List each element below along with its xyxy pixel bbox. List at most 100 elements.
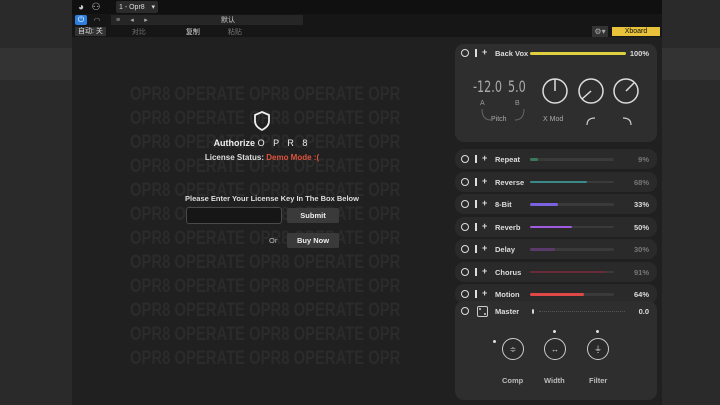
effect-add-icon[interactable]: + [482,243,487,253]
meter-icon[interactable]: ◠ [91,15,103,25]
compare-button[interactable]: 对比 [132,27,146,37]
host-toolbar: 自动: 关 对比 复制 粘贴 [72,26,662,37]
effect-amount-value: 9% [638,155,649,164]
master-label: Master [495,307,520,316]
effect-row-reverb[interactable]: + Reverb 50% [455,216,657,237]
copy-button[interactable]: 复制 [186,27,200,37]
xmod-knob-2[interactable] [577,77,605,105]
width-knob[interactable]: ↔ [544,338,566,360]
effect-power-toggle[interactable] [461,222,469,231]
effect-power-toggle[interactable] [461,290,469,298]
submit-button[interactable]: Submit [287,208,339,223]
voice-add-icon[interactable]: + [482,47,487,57]
effect-add-icon[interactable]: + [482,198,487,208]
width-label: Width [544,376,565,385]
xmod-curves[interactable] [585,116,635,126]
effect-amount-value: 91% [633,267,649,277]
license-status: License Status: Demo Mode :( [204,153,320,162]
effect-row-reverse[interactable]: + Reverse 68% [455,171,657,192]
watermark-line: OPR8 OPERATE OPR8 OPERATE OPR8 [130,348,400,369]
voice-solo-icon[interactable] [475,49,477,57]
pitch-label: Pitch [491,116,507,123]
effect-amount-value: 50% [633,222,649,232]
effect-add-icon[interactable]: + [482,288,487,298]
effect-amount-slider[interactable] [530,270,614,273]
paste-button[interactable]: 粘贴 [228,27,242,37]
app-logo-icon: ◕ [77,1,85,13]
effect-add-icon[interactable]: + [482,176,487,186]
effect-solo-icon[interactable] [475,290,477,298]
master-meter-dot [532,309,534,314]
effect-amount-slider[interactable] [530,203,614,206]
comp-knob[interactable]: ≑ [502,338,524,360]
voice-level-slider[interactable] [530,52,626,55]
effect-amount-value: 33% [633,200,649,209]
effect-add-icon[interactable]: + [482,221,487,231]
license-key-input[interactable] [186,207,282,224]
effect-solo-icon[interactable] [475,245,477,253]
effect-solo-icon[interactable] [475,267,477,276]
effect-row-chorus[interactable]: + Chorus 91% [455,261,657,282]
master-meter [539,311,625,312]
watermark-line: OPR8 OPERATE OPR8 OPERATE OPR8 [130,276,400,297]
shield-icon [254,111,270,131]
xmod-knob-1[interactable] [541,77,569,105]
effect-solo-icon[interactable] [475,177,477,186]
watermark-line: OPR8 OPERATE OPR8 OPERATE OPR8 [130,252,400,273]
pitch-b-value[interactable]: 5.0 [508,77,526,96]
width-indicator [553,330,556,333]
effect-row-repeat[interactable]: + Repeat 9% [455,149,657,169]
prev-preset-arrow[interactable]: ◂ [125,16,139,24]
opr8-plugin: OPR8 OPERATE OPR8 OPERATE OPR8 OPR8 OPERA… [72,37,662,405]
voice-level-value: 100% [629,49,649,58]
effect-amount-value: 64% [633,290,649,299]
authorize-heading: Authorize O P R 8 [213,138,311,148]
xmod-knob-3[interactable] [612,77,640,105]
buy-now-button[interactable]: Buy Now [287,233,339,248]
license-status-value: Demo Mode :( [266,153,320,162]
chevron-down-icon: ▾ [151,4,155,11]
automation-toggle[interactable]: 自动: 关 [75,27,106,36]
effect-name: Reverse [495,177,525,187]
effect-power-toggle[interactable] [461,245,469,253]
power-button[interactable]: ⏻ [75,15,87,25]
effect-amount-slider[interactable] [530,225,614,228]
effect-row-8-bit[interactable]: +8-Bit 33% [455,194,657,214]
effect-amount-value: 68% [633,177,649,187]
effect-solo-icon[interactable] [475,222,477,231]
next-preset-arrow[interactable]: ▸ [139,16,153,24]
xboard-button[interactable]: Xboard [612,27,660,36]
effect-add-icon[interactable]: + [482,153,487,163]
effect-amount-slider[interactable] [530,293,614,296]
filter-knob[interactable]: ⏚ [587,338,609,360]
effect-name: Chorus [495,267,522,277]
effect-amount-slider[interactable] [530,180,614,183]
gear-icon[interactable]: ⚙▾ [592,26,608,37]
plugin-window: ◕ ⚇ 1 - Opr8 ▾ ⏻ ◠ ≡ ◂ ▸ 默认 自动: 关 对比 复制 粘… [72,0,662,405]
pitch-a-label: A [480,100,485,107]
routing-icon[interactable]: ⚇ [90,1,102,13]
effect-name: Reverb [495,222,521,232]
effect-name: Repeat [495,155,521,164]
effect-name: Delay [495,245,516,254]
effect-solo-icon[interactable] [475,200,477,208]
effect-power-toggle[interactable] [461,155,469,163]
master-value: 0.0 [638,307,649,316]
effect-power-toggle[interactable] [461,267,469,276]
voice-power-toggle[interactable] [461,49,469,57]
voice-name: Back Vox [495,49,529,58]
preset-menu-icon[interactable]: ≡ [111,17,125,24]
effect-amount-slider[interactable] [530,248,614,251]
preset-combo[interactable]: ≡ ◂ ▸ 默认 [111,15,303,25]
effect-power-toggle[interactable] [461,177,469,186]
effect-add-icon[interactable]: + [482,266,487,276]
master-power-toggle[interactable] [461,307,469,315]
effect-amount-slider[interactable] [530,158,614,161]
pitch-a-value[interactable]: -12.0 [473,77,502,96]
effect-solo-icon[interactable] [475,155,477,163]
effect-row-delay[interactable]: + Delay 30% [455,239,657,259]
watermark-line: OPR8 OPERATE OPR8 OPERATE OPR8 [130,300,400,321]
dice-icon[interactable] [477,306,488,317]
effect-power-toggle[interactable] [461,200,469,208]
track-selector[interactable]: 1 - Opr8 ▾ [116,1,158,13]
